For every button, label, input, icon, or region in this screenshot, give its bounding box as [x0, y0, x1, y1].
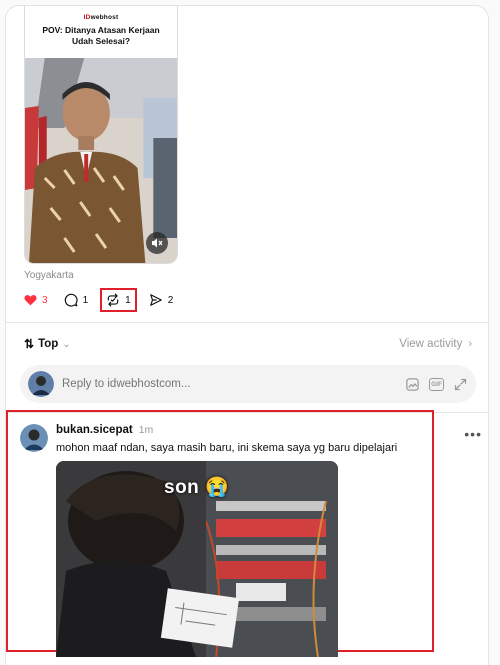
- video-caption: POV: Ditanya Atasan Kerjaan Udah Selesai…: [42, 25, 160, 46]
- like-count: 3: [42, 294, 48, 306]
- post-actions: 3 1 1 2: [24, 288, 189, 312]
- chevron-down-icon: ⌄: [62, 338, 71, 350]
- media-caption: son 😭: [164, 477, 230, 498]
- comment-button[interactable]: 1: [64, 288, 89, 312]
- mute-button[interactable]: [146, 232, 168, 254]
- share-button[interactable]: 2: [149, 288, 174, 312]
- gif-button[interactable]: GIF: [429, 377, 444, 391]
- sort-arrows-icon: ⇅: [24, 337, 35, 351]
- send-icon: [149, 294, 162, 306]
- expand-icon: [454, 378, 467, 390]
- repost-button[interactable]: 1: [100, 288, 137, 312]
- chevron-right-icon: ›: [468, 338, 472, 350]
- replies-sort-bar: ⇅ Top ⌄ View activity ›: [24, 334, 472, 354]
- image-icon: [406, 377, 419, 391]
- view-activity-link[interactable]: View activity ›: [399, 338, 472, 350]
- post-video[interactable]: IDwebhost POV: Ditanya Atasan Kerjaan Ud…: [24, 6, 178, 264]
- comment-username[interactable]: bukan.sicepat: [56, 424, 133, 436]
- more-icon: •••: [464, 426, 482, 442]
- gif-icon: GIF: [431, 380, 442, 388]
- like-button[interactable]: 3: [24, 288, 48, 312]
- comment-media[interactable]: son 😭: [56, 461, 338, 657]
- sort-dropdown[interactable]: ⇅ Top ⌄: [24, 337, 71, 351]
- reply-tools: GIF: [396, 377, 468, 392]
- divider: [6, 322, 488, 323]
- expand-button[interactable]: [453, 377, 468, 392]
- sort-label: Top: [38, 338, 59, 350]
- comment-header: bukan.sicepat 1m: [56, 424, 153, 436]
- post-location[interactable]: Yogyakarta: [24, 270, 74, 281]
- comment-text: mohon maaf ndan, saya masih baru, ini sk…: [56, 442, 398, 454]
- repost-count: 1: [125, 294, 131, 306]
- comment-bubble-icon: [64, 293, 78, 307]
- brand-logo: IDwebhost: [83, 14, 119, 21]
- reply-input[interactable]: [62, 378, 396, 390]
- video-caption-area: IDwebhost POV: Ditanya Atasan Kerjaan Ud…: [25, 6, 177, 58]
- avatar[interactable]: [20, 424, 48, 452]
- reply-comment[interactable]: bukan.sicepat 1m mohon maaf ndan, saya ma…: [6, 410, 434, 657]
- repost-icon: [107, 293, 119, 307]
- reply-composer: GIF: [20, 365, 476, 403]
- comment-time: 1m: [138, 424, 154, 436]
- share-count: 2: [167, 294, 174, 306]
- heart-filled-icon: [24, 295, 37, 306]
- speaker-muted-icon: [152, 238, 163, 248]
- view-activity-label: View activity: [399, 338, 463, 350]
- image-button[interactable]: [405, 377, 420, 392]
- more-options-button[interactable]: •••: [464, 426, 482, 442]
- comment-count: 1: [82, 294, 89, 306]
- avatar: [28, 371, 54, 397]
